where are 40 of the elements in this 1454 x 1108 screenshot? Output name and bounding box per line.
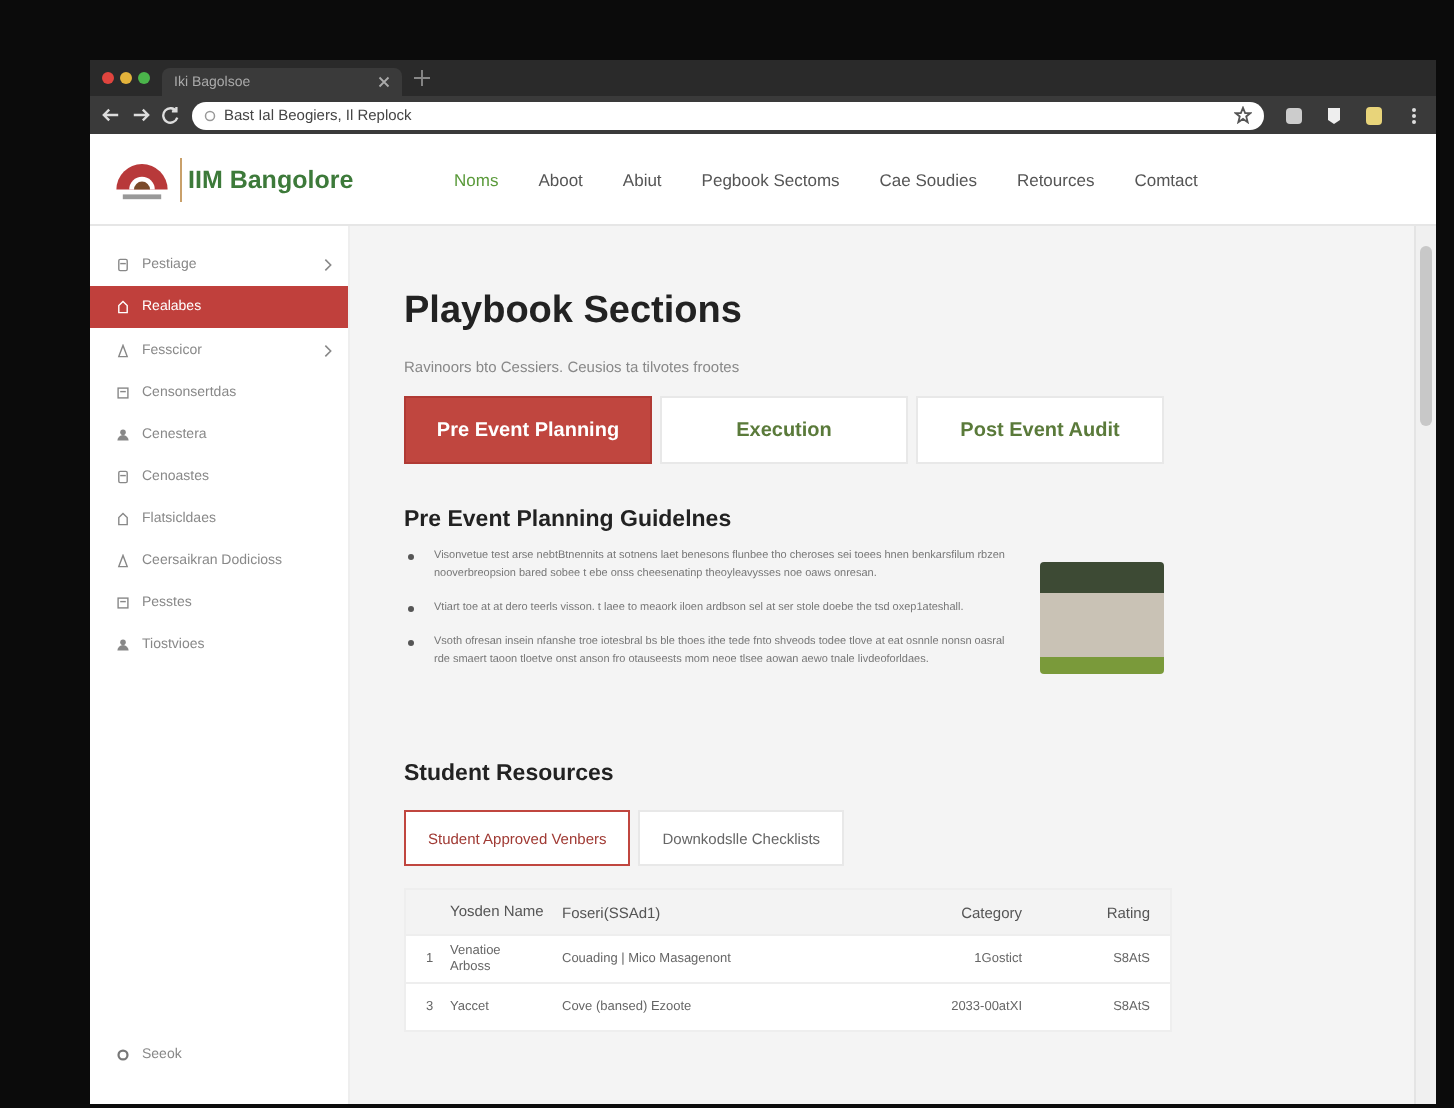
nav-link[interactable]: Noms	[454, 169, 499, 189]
section-tab[interactable]: Pre Event Planning	[404, 396, 652, 464]
house-icon	[116, 511, 130, 525]
triangle-icon	[116, 343, 130, 357]
site-logo-text[interactable]: IIM Bangolore	[188, 165, 354, 193]
section-tab[interactable]: Execution	[660, 396, 908, 464]
forward-icon[interactable]	[132, 106, 150, 124]
document-icon	[116, 257, 130, 271]
new-tab-icon[interactable]	[414, 70, 430, 86]
bullet-icon	[408, 554, 414, 560]
chevron-icon	[324, 343, 332, 357]
nav-link[interactable]: Abiut	[622, 169, 662, 189]
section-heading: Pre Event Planning Guidelnes	[404, 508, 734, 532]
reload-icon[interactable]	[162, 106, 180, 124]
chevron-icon	[324, 257, 332, 271]
bullet-icon	[408, 606, 414, 612]
window-controls-icon[interactable]	[102, 72, 150, 84]
back-icon[interactable]	[102, 106, 120, 124]
section-heading: Student Resources	[404, 762, 616, 786]
nav-link[interactable]: Pegbook Sectoms	[701, 169, 840, 189]
document-icon	[116, 469, 130, 483]
page-title: Playbook Sections	[404, 290, 744, 334]
photo-placeholder	[1040, 562, 1164, 674]
info-icon[interactable]	[204, 109, 216, 121]
calendar-icon	[116, 595, 130, 609]
house-icon	[116, 300, 130, 314]
triangle-icon	[116, 553, 130, 567]
nav-link[interactable]: Retources	[1016, 169, 1095, 189]
person-icon	[116, 637, 130, 651]
person-icon	[116, 427, 130, 441]
star-icon[interactable]	[1234, 106, 1252, 124]
bullet-icon	[408, 640, 414, 646]
calendar-icon	[116, 385, 130, 399]
nav-link[interactable]: Cae Soudies	[879, 169, 977, 189]
profile-icon[interactable]	[1364, 105, 1384, 125]
gear-icon	[116, 1047, 130, 1061]
nav-link[interactable]: Comtact	[1134, 169, 1198, 189]
section-tab[interactable]: Post Event Audit	[916, 396, 1164, 464]
nav-link[interactable]: Aboot	[538, 169, 583, 189]
close-icon[interactable]	[378, 76, 390, 88]
